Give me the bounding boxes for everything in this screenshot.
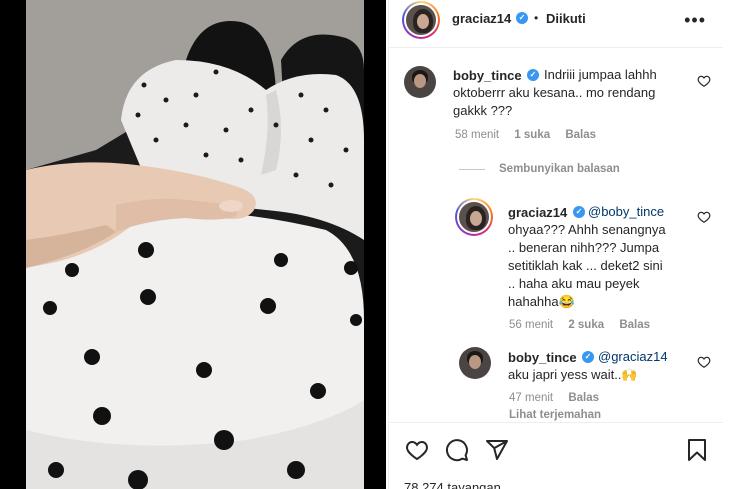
reply-like-heart-icon[interactable] <box>697 210 711 224</box>
comment-text-line: Indriii jumpaa lahhh <box>544 67 657 82</box>
reply-button[interactable]: Balas <box>619 319 650 331</box>
reply-like-heart-icon[interactable] <box>697 355 711 369</box>
reply-likes[interactable]: 2 suka <box>568 319 604 331</box>
hide-replies-label: Sembunyikan balasan <box>499 163 620 175</box>
verified-badge-icon: ✓ <box>516 12 528 24</box>
share-icon[interactable] <box>485 438 509 462</box>
author-avatar-ring[interactable] <box>402 1 440 39</box>
reply-text-line: .. haha aku mau peyek <box>508 276 640 291</box>
reply-text-line: aku japri yess wait..🙌 <box>508 367 638 382</box>
post-photo <box>26 0 364 489</box>
page-right-margin <box>723 0 745 489</box>
action-bar: 78.274 tayangan <box>389 422 724 489</box>
reply-button[interactable]: Balas <box>565 129 596 141</box>
post-header: graciaz14 ✓ • Diikuti ••• <box>389 0 724 48</box>
reply-meta: 47 menit Balas <box>509 392 611 404</box>
reply-username[interactable]: boby_tince <box>508 350 577 365</box>
comments-panel: graciaz14 ✓ • Diikuti ••• boby_tince ✓ I… <box>388 0 724 489</box>
reply-text-line: hahahha😂 <box>508 294 575 309</box>
reply-text-line: .. beneran nihh??? Jumpa <box>508 240 660 255</box>
see-translation-link[interactable]: Lihat terjemahan <box>509 409 601 421</box>
bookmark-icon[interactable] <box>686 438 708 462</box>
reply-mention[interactable]: @graciaz14 <box>598 348 668 367</box>
reply-time: 47 menit <box>509 392 554 404</box>
reply-mention[interactable]: @boby_tince <box>588 203 664 222</box>
heart-icon[interactable] <box>404 438 430 462</box>
replier-avatar[interactable] <box>457 200 491 234</box>
reply-meta: 56 menit 2 suka Balas <box>509 319 662 331</box>
replier-avatar-ring[interactable] <box>455 198 493 236</box>
separator-dot: • <box>534 11 539 25</box>
verified-badge-icon: ✓ <box>527 69 539 81</box>
comment-text-line: gakkk ??? <box>453 103 513 118</box>
reply-username[interactable]: graciaz14 <box>508 205 567 220</box>
reply-time: 56 menit <box>509 319 554 331</box>
commenter-avatar[interactable] <box>404 66 436 98</box>
comment-likes[interactable]: 1 suka <box>514 129 550 141</box>
comment-username[interactable]: boby_tince <box>453 68 522 83</box>
more-options-icon[interactable]: ••• <box>684 10 706 31</box>
comment-icon[interactable] <box>445 438 469 462</box>
replier-avatar[interactable] <box>459 347 491 379</box>
reply-button[interactable]: Balas <box>568 392 599 404</box>
comment-text-line: oktoberrr aku kesana.. mo rendang <box>453 85 656 100</box>
photo-illustration <box>26 0 364 489</box>
post-media[interactable] <box>0 0 386 489</box>
reply-text-line: setitiklah kak ... deket2 sini <box>508 258 663 273</box>
comment-meta: 58 menit 1 suka Balas <box>455 129 608 141</box>
follow-button[interactable]: Diikuti <box>546 11 586 26</box>
hide-replies-line <box>459 168 485 170</box>
verified-badge-icon: ✓ <box>582 351 594 363</box>
comment-time: 58 menit <box>455 129 500 141</box>
reply-text-line: ohyaa??? Ahhh senangnya <box>508 222 666 237</box>
post-author-username[interactable]: graciaz14 <box>452 11 511 26</box>
author-avatar[interactable] <box>404 3 438 37</box>
view-count: 78.274 tayangan <box>404 480 501 489</box>
hide-replies-button[interactable]: Sembunyikan balasan <box>459 163 620 175</box>
comment-like-heart-icon[interactable] <box>697 74 711 88</box>
verified-badge-icon: ✓ <box>573 206 585 218</box>
